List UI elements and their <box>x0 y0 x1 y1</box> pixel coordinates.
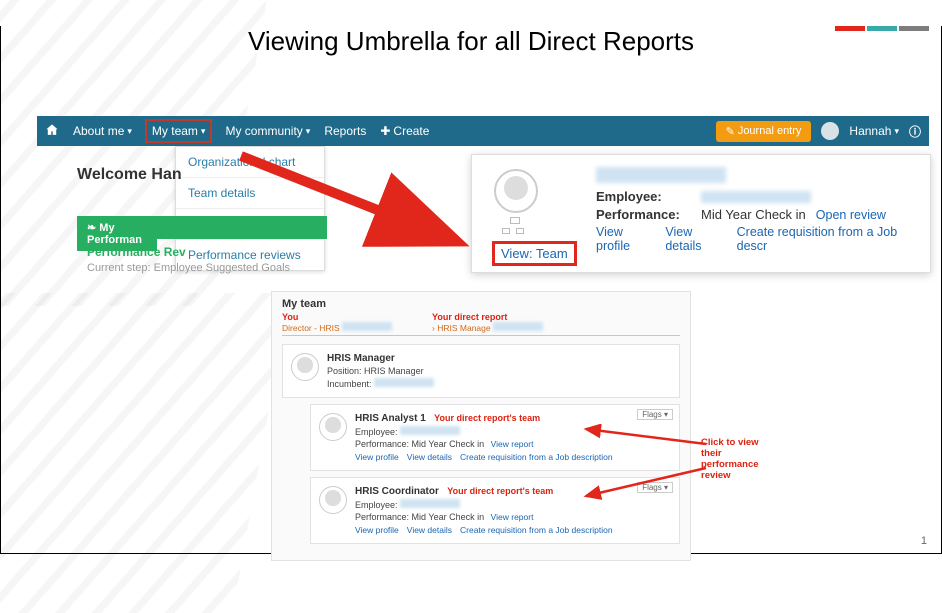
flags-button[interactable]: Flags ▾ <box>637 482 673 493</box>
performance-review-link[interactable]: Performance Rev <box>87 245 186 259</box>
report-card: HRIS Analyst 1 Your direct report's team… <box>310 404 680 471</box>
team-note: Your direct report's team <box>447 486 553 496</box>
you-label: You <box>282 312 392 322</box>
avatar-icon <box>291 353 319 381</box>
my-team-panel: My team You Director - HRIS Your direct … <box>271 291 691 561</box>
user-menu[interactable]: Hannah▾ <box>849 124 899 138</box>
blurred-employee <box>701 191 811 203</box>
create-requisition-link[interactable]: Create requisition from a Job descr <box>737 225 916 253</box>
view-details-link[interactable]: View details <box>407 525 452 535</box>
nav-my-team[interactable]: My team▾ <box>146 120 212 142</box>
journal-entry-button[interactable]: ✎Journal entry <box>716 121 812 142</box>
perf-green-bar <box>157 216 327 239</box>
info-icon[interactable]: ⓘ <box>909 123 921 140</box>
top-navbar: About me▾ My team▾ My community▾ Reports… <box>37 116 929 146</box>
nav-create[interactable]: ✚Create <box>380 124 429 138</box>
click-note: Click to view their performance review <box>701 438 781 482</box>
card-title: HRIS Manager <box>327 353 671 364</box>
blurred-name <box>596 167 726 183</box>
leaf-icon: ❧ <box>87 222 96 234</box>
create-requisition-link[interactable]: Create requisition from a Job descriptio… <box>460 452 613 462</box>
report-card: HRIS Coordinator Your direct report's te… <box>310 477 680 544</box>
direct-report-label: Your direct report <box>432 312 543 322</box>
welcome-heading: Welcome Han <box>77 166 182 184</box>
team-note: Your direct report's team <box>434 413 540 423</box>
nav-my-community[interactable]: My community▾ <box>225 124 310 138</box>
avatar-icon <box>494 169 538 213</box>
org-chart-icon[interactable] <box>502 217 528 235</box>
page-number: 1 <box>921 535 927 547</box>
nav-about-me[interactable]: About me▾ <box>73 124 132 138</box>
avatar-icon <box>319 486 347 514</box>
my-team-header: My team <box>282 298 680 310</box>
current-step: Current step: Employee Suggested Goals <box>87 262 290 274</box>
nav-reports[interactable]: Reports <box>324 124 366 138</box>
pencil-icon: ✎ <box>726 125 735 138</box>
view-report-link[interactable]: View report <box>491 512 534 522</box>
performance-label: Performance: <box>596 207 691 222</box>
view-profile-link[interactable]: View profile <box>355 452 399 462</box>
open-review-link[interactable]: Open review <box>816 208 886 222</box>
performance-value: Mid Year Check in <box>701 207 806 222</box>
dropdown-team-details[interactable]: Team details <box>176 177 324 208</box>
card-title: HRIS Coordinator <box>355 486 439 497</box>
card-title: HRIS Analyst 1 <box>355 413 426 424</box>
view-profile-link[interactable]: View profile <box>596 225 655 253</box>
user-avatar-icon[interactable] <box>821 122 839 140</box>
manager-card: HRIS Manager Position: HRIS Manager Incu… <box>282 344 680 398</box>
create-requisition-link[interactable]: Create requisition from a Job descriptio… <box>460 525 613 535</box>
you-role: Director - HRIS <box>282 322 392 333</box>
accent-bars <box>835 26 929 31</box>
view-details-link[interactable]: View details <box>407 452 452 462</box>
employee-label: Employee: <box>596 189 691 204</box>
view-team-highlight[interactable]: View: Team <box>492 241 577 266</box>
plus-icon: ✚ <box>380 124 390 138</box>
view-report-link[interactable]: View report <box>491 439 534 449</box>
view-profile-link[interactable]: View profile <box>355 525 399 535</box>
profile-callout: Employee: Performance: Mid Year Check in… <box>471 154 931 273</box>
avatar-icon <box>319 413 347 441</box>
my-team-dropdown: Organizational chart Team details Recrui… <box>175 146 325 271</box>
direct-report-role: › HRIS Manage <box>432 322 543 333</box>
dropdown-org-chart[interactable]: Organizational chart <box>176 147 324 177</box>
home-icon[interactable] <box>45 123 59 140</box>
view-details-link[interactable]: View details <box>665 225 726 253</box>
flags-button[interactable]: Flags ▾ <box>637 409 673 420</box>
